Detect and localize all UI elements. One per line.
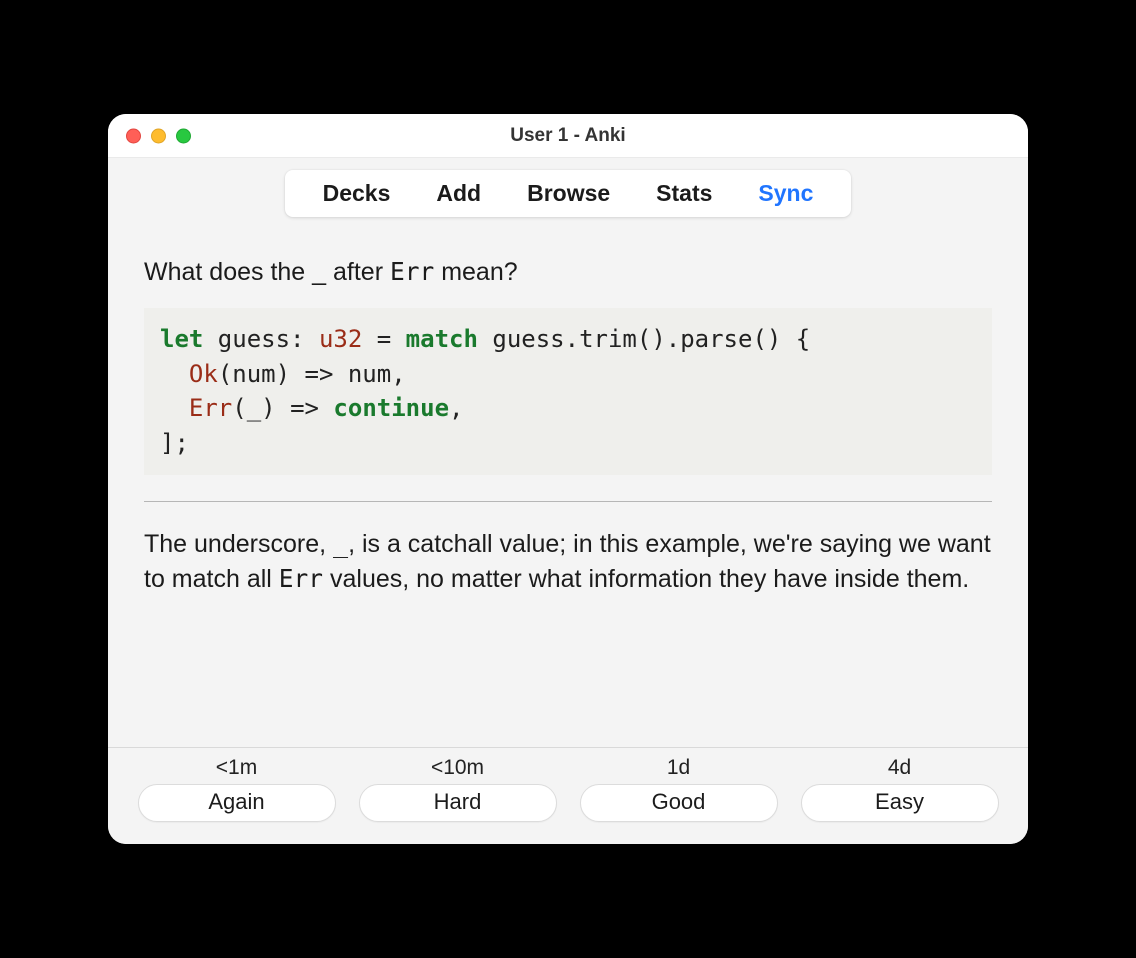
toolbar-add[interactable]: Add xyxy=(436,180,481,207)
answer-time: 1d xyxy=(667,756,690,780)
titlebar: User 1 - Anki xyxy=(108,114,1028,158)
hard-button[interactable]: Hard xyxy=(359,784,557,822)
code-keyword-let: let xyxy=(160,325,203,353)
zoom-icon[interactable] xyxy=(176,128,191,143)
code-keyword-match: match xyxy=(406,325,478,353)
answer-row: <1m Again <10m Hard 1d Good 4d Easy xyxy=(136,756,1000,822)
card-divider xyxy=(144,501,992,502)
toolbar-sync[interactable]: Sync xyxy=(758,180,813,207)
answer-underscore: _ xyxy=(333,529,348,558)
answer-text: The underscore, xyxy=(144,530,333,558)
code-text: = xyxy=(362,325,405,353)
answer-bar: <1m Again <10m Hard 1d Good 4d Easy xyxy=(108,747,1028,844)
again-button[interactable]: Again xyxy=(138,784,336,822)
card-area: What does the _ after Err mean? let gues… xyxy=(108,235,1028,747)
window-title: User 1 - Anki xyxy=(510,125,625,147)
code-text xyxy=(160,360,189,388)
code-keyword-continue: continue xyxy=(333,394,449,422)
toolbar-decks[interactable]: Decks xyxy=(323,180,391,207)
code-text: , xyxy=(449,394,463,422)
toolbar-stats[interactable]: Stats xyxy=(656,180,712,207)
answer-col-good: 1d Good xyxy=(578,756,779,822)
code-enum-err: Err xyxy=(189,394,232,422)
toolbar: Decks Add Browse Stats Sync xyxy=(285,170,852,217)
question-underscore: _ xyxy=(312,258,326,286)
minimize-icon[interactable] xyxy=(151,128,166,143)
code-text: guess.trim().parse() { xyxy=(478,325,810,353)
answer-code: Err xyxy=(279,564,323,593)
card-question: What does the _ after Err mean? xyxy=(144,255,992,290)
code-enum-ok: Ok xyxy=(189,360,218,388)
question-text: What does the xyxy=(144,258,312,286)
answer-col-hard: <10m Hard xyxy=(357,756,558,822)
answer-time: <1m xyxy=(216,756,257,780)
code-type-u32: u32 xyxy=(319,325,362,353)
code-text: (_) => xyxy=(232,394,333,422)
question-text: mean? xyxy=(434,258,517,286)
toolbar-wrap: Decks Add Browse Stats Sync xyxy=(108,158,1028,235)
answer-time: 4d xyxy=(888,756,911,780)
answer-text: values, no matter what information they … xyxy=(323,565,969,593)
answer-col-easy: 4d Easy xyxy=(799,756,1000,822)
answer-col-again: <1m Again xyxy=(136,756,337,822)
traffic-lights xyxy=(126,128,191,143)
answer-time: <10m xyxy=(431,756,484,780)
anki-window: User 1 - Anki Decks Add Browse Stats Syn… xyxy=(108,114,1028,844)
code-text: (num) => num, xyxy=(218,360,406,388)
card-answer: The underscore, _, is a catchall value; … xyxy=(144,526,992,598)
question-code: Err xyxy=(390,257,434,286)
code-text: guess: xyxy=(203,325,319,353)
toolbar-browse[interactable]: Browse xyxy=(527,180,610,207)
code-text: ]; xyxy=(160,429,189,457)
close-icon[interactable] xyxy=(126,128,141,143)
easy-button[interactable]: Easy xyxy=(801,784,999,822)
good-button[interactable]: Good xyxy=(580,784,778,822)
code-text xyxy=(160,394,189,422)
code-block: let guess: u32 = match guess.trim().pars… xyxy=(144,308,992,475)
question-text: after xyxy=(326,258,390,286)
